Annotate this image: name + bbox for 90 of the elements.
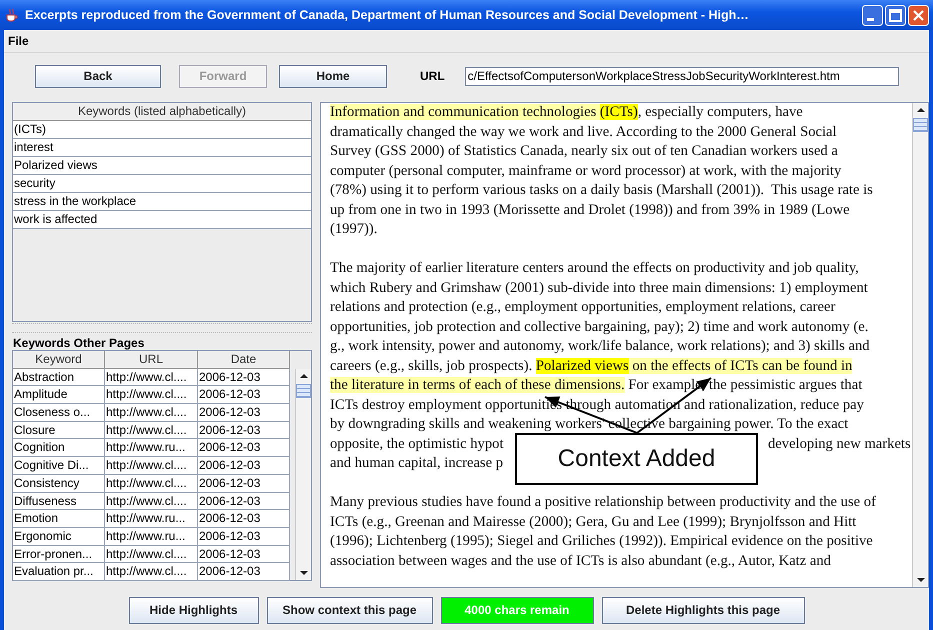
- table-cell: http://www.cl....: [105, 422, 198, 440]
- text-span: Many previous studies have found a positive relationship between productivity and the use of: [330, 494, 876, 510]
- coffee-cup-icon: [4, 7, 20, 23]
- text-span: association between wages and the use of ICTs is also abundant (e.g., Autor, Katz and: [330, 552, 831, 568]
- table-cell: Ergonomic: [13, 528, 105, 546]
- table-cell: 2006-12-03: [198, 492, 290, 510]
- text-span: ICTs (e.g., Greenan and Mairesse (2000); Gera, Gu and Lee (1999); Brynjolfsson and Hitt: [330, 514, 856, 530]
- url-label: URL: [420, 69, 445, 83]
- action-button[interactable]: Hide Highlights: [128, 596, 258, 624]
- keyword-item[interactable]: security: [13, 175, 311, 193]
- table-cell: Closeness o...: [13, 404, 105, 422]
- keyword-item[interactable]: work is affected: [13, 211, 311, 229]
- action-button[interactable]: Delete Highlights this page: [602, 596, 804, 624]
- scroll-bar[interactable]: [912, 103, 928, 587]
- table-cell: 2006-12-03: [198, 528, 290, 546]
- table-cell: http://www.cl....: [105, 386, 198, 404]
- text-span: opposite, the optimistic hypot: [330, 436, 504, 452]
- table-cell: Diffuseness: [13, 492, 105, 510]
- text-span: dramatically changed the way we work and live. According to the 2000 General Social: [330, 124, 837, 140]
- text-span: (1997)).: [330, 221, 378, 237]
- text-span: opportunities, job protection and collective bargaining, pay); 2) time and work autonomy (e.: [330, 318, 868, 334]
- text-span: , especially computers, have: [638, 104, 803, 120]
- nav-button[interactable]: Back: [35, 64, 161, 88]
- table-cell: Evaluation pr...: [13, 563, 105, 581]
- highlighted-text: Information and communication technologies: [330, 104, 600, 120]
- table-cell: http://www.cl....: [105, 546, 198, 564]
- table-cell: http://www.cl....: [105, 457, 198, 475]
- highlighted-text: (ICTs): [600, 104, 638, 120]
- column-header[interactable]: Keywords (listed alphabetically): [13, 103, 311, 121]
- menu-item[interactable]: File: [8, 34, 29, 48]
- text-span: which Rubery and Grimshaw (2001) sub-divide into three main dimensions: 1) employment: [330, 280, 868, 296]
- close-icon[interactable]: [908, 4, 929, 26]
- keyword-item[interactable]: interest: [13, 139, 311, 157]
- table-cell: Cognition: [13, 439, 105, 458]
- table-cell: Emotion: [13, 510, 105, 528]
- table-cell: Closure: [13, 422, 105, 440]
- table-cell: 2006-12-03: [198, 368, 290, 386]
- table-cell: 2006-12-03: [198, 546, 290, 564]
- highlighted-text: the literature in terms of each of these dimensions.: [330, 377, 625, 393]
- table-cell: http://www.cl....: [105, 368, 198, 386]
- scroll-thumb[interactable]: [296, 384, 311, 398]
- table-cell: Amplitude: [13, 386, 105, 404]
- highlighted-text: Polarized views: [536, 358, 629, 374]
- text-span: careers (e.g., skills, job prospects).: [330, 358, 534, 374]
- table-cell: 2006-12-03: [198, 439, 290, 458]
- table-cell: 2006-12-03: [198, 474, 290, 492]
- table-cell: Consistency: [13, 474, 105, 492]
- table-cell: 2006-12-03: [198, 386, 290, 404]
- table-cell: http://www.cl....: [105, 404, 198, 422]
- table-cell: http://www.ru...: [105, 510, 198, 528]
- table-cell: 2006-12-03: [198, 510, 290, 528]
- table-cell: 2006-12-03: [198, 404, 290, 422]
- table-cell: http://www.ru...: [105, 439, 198, 458]
- table-cell: Abstraction: [13, 368, 105, 386]
- text-span: g., work intensity, power and autonomy, work/life balance, work relations); and 3) skills and: [330, 338, 870, 354]
- text-span: (1996); Lichtenberg (1995); Siegel and Griliches (1992)). Empirical evidence on the positive: [330, 533, 873, 549]
- minimize-icon[interactable]: [862, 4, 883, 26]
- column-header[interactable]: Keyword: [13, 351, 105, 369]
- keyword-item[interactable]: stress in the workplace: [13, 193, 311, 211]
- table-cell: http://www.ru...: [105, 528, 198, 546]
- table-cell: 2006-12-03: [198, 422, 290, 440]
- table-cell: Cognitive Di...: [13, 457, 105, 475]
- table-cell: http://www.cl....: [105, 474, 198, 492]
- table-cell: 2006-12-03: [198, 563, 290, 581]
- text-span: Survey (GSS 2000) of Statistics Canada, nearly six out of ten Canadian workers used a: [330, 143, 838, 159]
- text-span: computer (personal computer, mainframe or word processor) at work, with the majority: [330, 162, 842, 178]
- text-span: developing new markets: [768, 434, 911, 454]
- text-span: (78%) using it to perform various tasks on a daily basis (Marshall (2001)). This usage rate is: [330, 182, 873, 198]
- section-title: Keywords Other Pages: [12, 335, 146, 350]
- maximize-icon[interactable]: [885, 4, 906, 26]
- table-cell: 2006-12-03: [198, 457, 290, 475]
- action-button[interactable]: Show context this page: [266, 596, 432, 624]
- column-header[interactable]: Date: [198, 351, 290, 369]
- scroll-bar[interactable]: [295, 369, 311, 580]
- keyword-item[interactable]: Polarized views: [13, 157, 311, 175]
- url-field[interactable]: c/EffectsofComputersonWorkplaceStressJobSecurityWorkInterest.htm: [464, 66, 899, 86]
- text-span: up from one in two in 1993 (Morissette and Drolet (1998)) and from 39% in 1989 (Lowe: [330, 202, 850, 218]
- keyword-item[interactable]: (ICTs): [13, 121, 311, 139]
- text-span: The majority of earlier literature centers around the effects on productivity and job quality,: [330, 260, 859, 276]
- scroll-thumb[interactable]: [913, 118, 928, 132]
- text-span: relations and protection (e.g., employment opportunities, employment relations, career: [330, 299, 836, 315]
- table-cell: http://www.cl....: [105, 563, 198, 581]
- column-header[interactable]: URL: [105, 351, 198, 369]
- window-title: Excerpts reproduced from the Government of Canada, Department of Human Resources and Social Development - High…: [25, 8, 750, 22]
- callout-label: Context Added: [515, 433, 758, 485]
- text-span: and human capital, increase p: [330, 455, 504, 471]
- highlighted-text: on the effects of ICTs can be found in: [628, 358, 852, 374]
- table-cell: http://www.cl....: [105, 492, 198, 510]
- nav-button[interactable]: Home: [279, 64, 387, 88]
- table-cell: Error-pronen...: [13, 546, 105, 564]
